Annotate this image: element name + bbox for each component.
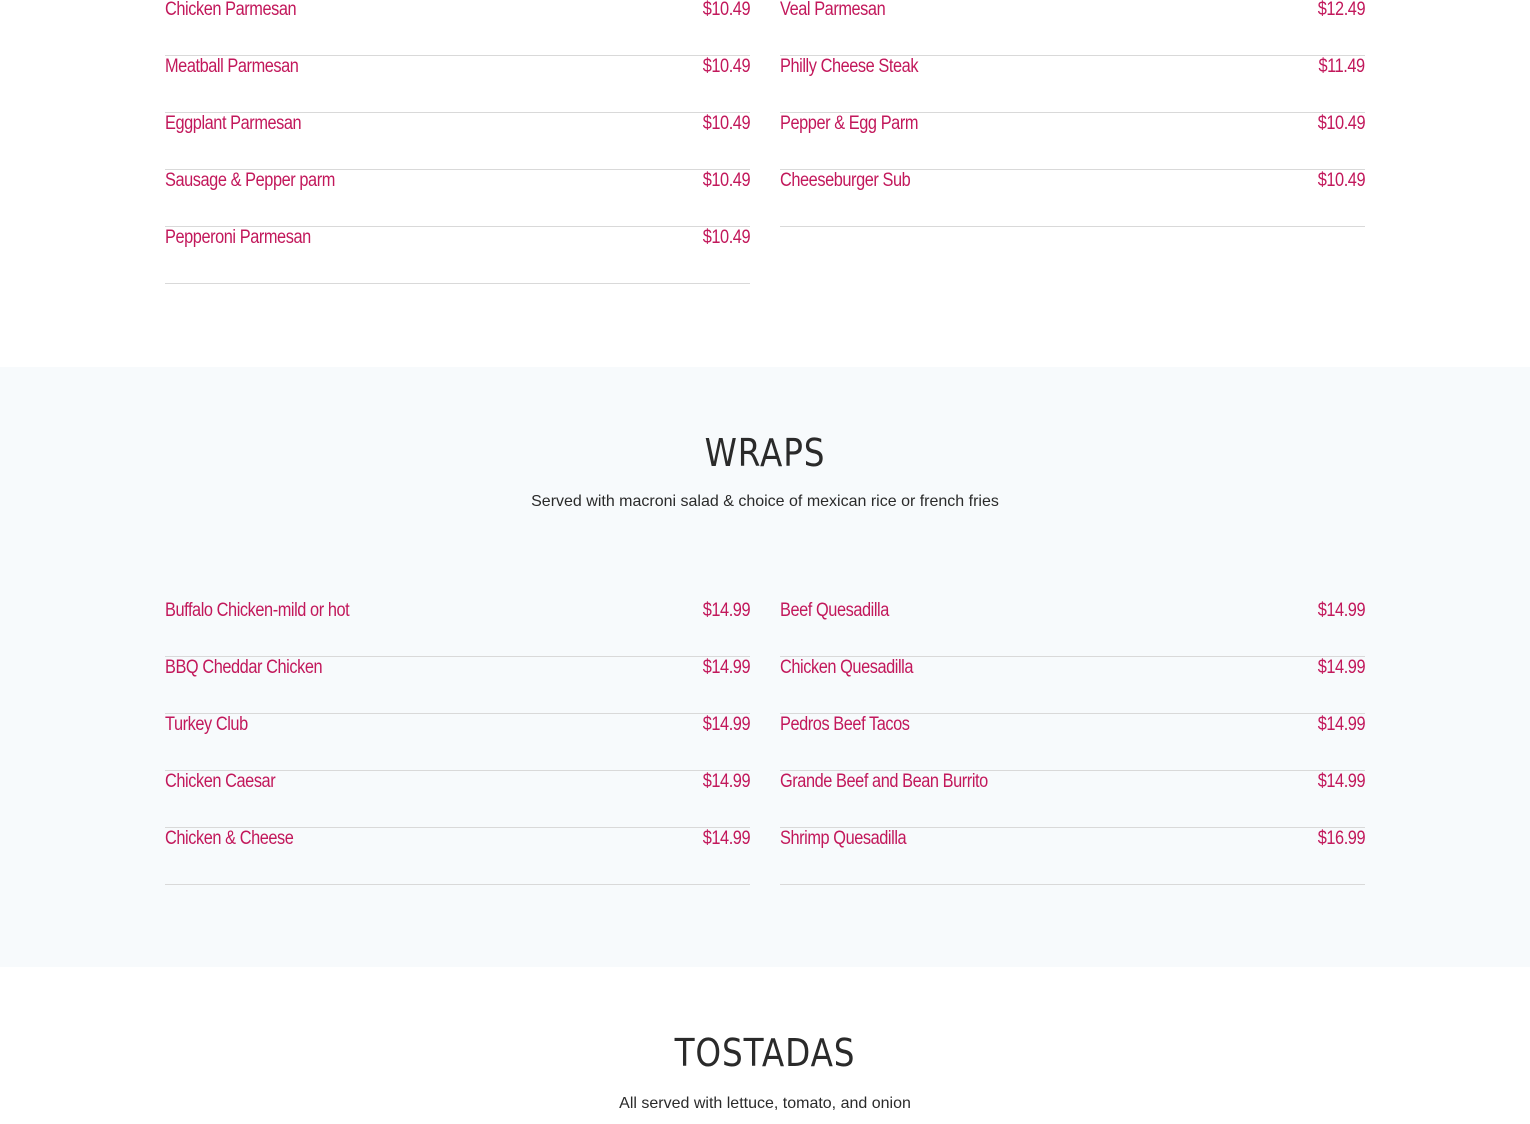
menu-item[interactable]: Shrimp Quesadilla $16.99: [780, 828, 1365, 885]
menu-item[interactable]: Grande Beef and Bean Burrito $14.99: [780, 771, 1365, 828]
menu-item[interactable]: Chicken & Cheese $14.99: [165, 828, 750, 885]
menu-item-name: Pedros Beef Tacos: [780, 714, 910, 735]
menu-item-price: $10.49: [702, 170, 751, 191]
menu-item-name: Veal Parmesan: [780, 0, 886, 20]
menu-item-name: Philly Cheese Steak: [780, 56, 919, 77]
menu-item-name: Eggplant Parmesan: [165, 113, 302, 134]
menu-item-name: Beef Quesadilla: [780, 600, 889, 621]
tostadas-section: TOSTADAS All served with lettuce, tomato…: [0, 967, 1530, 1124]
menu-item-price: $14.99: [1317, 600, 1366, 621]
menu-item-price: $16.99: [1317, 828, 1366, 849]
menu-item-price: $14.99: [702, 828, 751, 849]
menu-item-price: $10.49: [1317, 113, 1366, 134]
menu-item-price: $10.49: [702, 227, 751, 248]
menu-item-name: Chicken & Cheese: [165, 828, 294, 849]
menu-item-price: $14.99: [1317, 771, 1366, 792]
menu-item[interactable]: Meatball Parmesan $10.49: [165, 56, 750, 113]
menu-item[interactable]: BBQ Cheddar Chicken $14.99: [165, 657, 750, 714]
section-title: WRAPS: [704, 431, 826, 475]
section-title: TOSTADAS: [674, 1031, 856, 1075]
menu-item[interactable]: Turkey Club $14.99: [165, 714, 750, 771]
section-subtitle: Served with macroni salad & choice of me…: [531, 493, 999, 510]
menu-item-price: $12.49: [1317, 0, 1366, 20]
wraps-section: WRAPS Served with macroni salad & choice…: [0, 367, 1530, 967]
menu-item-name: Pepperoni Parmesan: [165, 227, 311, 248]
menu-item-name: Sausage & Pepper parm: [165, 170, 335, 191]
menu-item-name: BBQ Cheddar Chicken: [165, 657, 323, 678]
menu-item-price: $14.99: [1317, 714, 1366, 735]
menu-item-name: Chicken Quesadilla: [780, 657, 914, 678]
menu-item[interactable]: Pedros Beef Tacos $14.99: [780, 714, 1365, 771]
menu-item-price: $14.99: [1317, 657, 1366, 678]
menu-item-price: $10.49: [702, 56, 751, 77]
menu-item-name: Buffalo Chicken-mild or hot: [165, 600, 350, 621]
subs-right-column: Veal Parmesan $12.49 Philly Cheese Steak…: [780, 0, 1365, 227]
menu-item[interactable]: Chicken Quesadilla $14.99: [780, 657, 1365, 714]
menu-item[interactable]: Sausage & Pepper parm $10.49: [165, 170, 750, 227]
menu-item-price: $14.99: [702, 771, 751, 792]
menu-item[interactable]: Buffalo Chicken-mild or hot $14.99: [165, 600, 750, 657]
menu-item-price: $11.49: [1318, 56, 1366, 77]
menu-item[interactable]: Pepper & Egg Parm $10.49: [780, 113, 1365, 170]
menu-item[interactable]: Veal Parmesan $12.49: [780, 0, 1365, 56]
subs-section: Chicken Parmesan $10.49 Meatball Parmesa…: [0, 0, 1530, 367]
menu-item-name: Grande Beef and Bean Burrito: [780, 771, 988, 792]
menu-item-price: $14.99: [702, 657, 751, 678]
wraps-left-column: Buffalo Chicken-mild or hot $14.99 BBQ C…: [165, 600, 750, 885]
menu-item[interactable]: Eggplant Parmesan $10.49: [165, 113, 750, 170]
menu-item-name: Meatball Parmesan: [165, 56, 299, 77]
menu-item-price: $14.99: [702, 600, 751, 621]
wraps-right-column: Beef Quesadilla $14.99 Chicken Quesadill…: [780, 600, 1365, 885]
menu-item-name: Chicken Caesar: [165, 771, 276, 792]
menu-item[interactable]: Pepperoni Parmesan $10.49: [165, 227, 750, 284]
subs-left-column: Chicken Parmesan $10.49 Meatball Parmesa…: [165, 0, 750, 284]
menu-item-name: Pepper & Egg Parm: [780, 113, 919, 134]
menu-item-name: Chicken Parmesan: [165, 0, 297, 20]
menu-item[interactable]: Chicken Parmesan $10.49: [165, 0, 750, 56]
section-subtitle: All served with lettuce, tomato, and oni…: [619, 1095, 911, 1112]
menu-item[interactable]: Philly Cheese Steak $11.49: [780, 56, 1365, 113]
menu-item-name: Turkey Club: [165, 714, 248, 735]
menu-item-price: $14.99: [702, 714, 751, 735]
menu-item-price: $10.49: [702, 0, 751, 20]
menu-item-price: $10.49: [702, 113, 751, 134]
menu-item-price: $10.49: [1317, 170, 1366, 191]
menu-item-name: Shrimp Quesadilla: [780, 828, 907, 849]
menu-item-name: Cheeseburger Sub: [780, 170, 911, 191]
menu-item[interactable]: Beef Quesadilla $14.99: [780, 600, 1365, 657]
menu-item[interactable]: Chicken Caesar $14.99: [165, 771, 750, 828]
menu-item[interactable]: Cheeseburger Sub $10.49: [780, 170, 1365, 227]
